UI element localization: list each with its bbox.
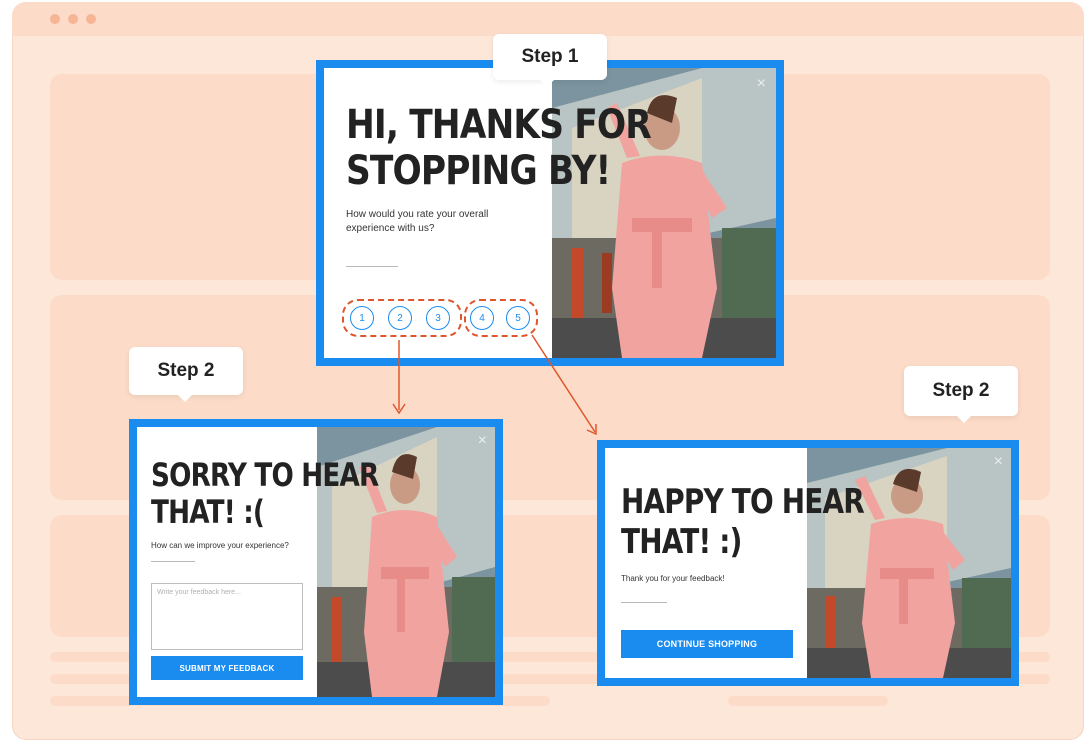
rating-question: How would you rate your overall experien… [346, 208, 546, 236]
close-icon[interactable]: × [994, 454, 1003, 470]
window-dot [50, 14, 60, 24]
popup-headline: HI, THANKS FOR STOPPING BY! [346, 102, 652, 194]
window-dot [68, 14, 78, 24]
step-2-tag-left: Step 2 [129, 347, 243, 402]
divider [621, 602, 667, 603]
improve-question: How can we improve your experience? [151, 541, 289, 550]
question-line: How would you rate your overall [346, 209, 489, 220]
close-icon[interactable]: × [478, 433, 487, 449]
headline-line: STOPPING BY! [346, 148, 611, 194]
divider [151, 561, 195, 562]
high-rating-group [464, 299, 538, 337]
sorry-popup: × SORRY TO HEAR THAT! :( How can we impr… [129, 419, 503, 705]
feedback-textarea[interactable]: Write your feedback here... [151, 583, 303, 650]
headline-line: THAT! :) [621, 522, 742, 562]
headline-line: THAT! :( [151, 493, 265, 531]
headline-line: HAPPY TO HEAR [621, 482, 865, 522]
continue-shopping-button[interactable]: CONTINUE SHOPPING [621, 630, 793, 658]
placeholder-line [728, 696, 888, 706]
question-line: experience with us? [346, 223, 435, 234]
headline-line: SORRY TO HEAR [151, 456, 379, 494]
headline-line: HI, THANKS FOR [346, 102, 652, 148]
rating-popup: × HI, THANKS FOR STOPPING BY! How would … [316, 60, 784, 366]
low-rating-group [342, 299, 462, 337]
divider [346, 266, 398, 267]
happy-popup: × HAPPY TO HEAR THAT! :) Thank you for y… [597, 440, 1019, 686]
window-dot [86, 14, 96, 24]
step-2-tag-right: Step 2 [904, 366, 1018, 423]
submit-feedback-button[interactable]: SUBMIT MY FEEDBACK [151, 656, 303, 680]
popup-headline: HAPPY TO HEAR THAT! :) [621, 482, 865, 562]
step-1-tag: Step 1 [493, 34, 607, 87]
browser-titlebar [12, 2, 1084, 36]
thank-you-message: Thank you for your feedback! [621, 574, 725, 583]
popup-headline: SORRY TO HEAR THAT! :( [151, 456, 379, 531]
close-icon[interactable]: × [757, 76, 766, 92]
